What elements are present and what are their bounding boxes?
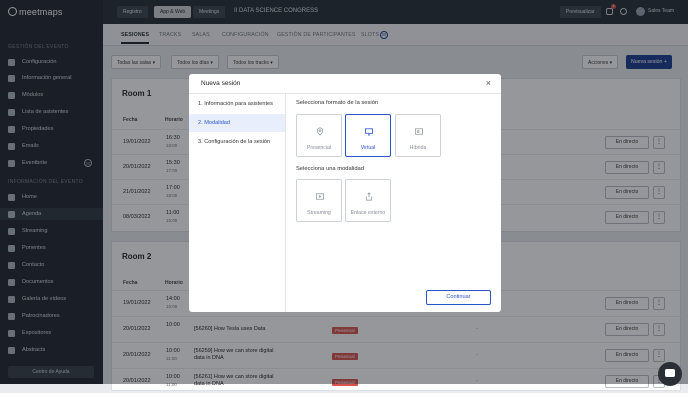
modality-streaming[interactable]: Streaming xyxy=(296,179,342,222)
step-modalidad[interactable]: 2. Modalidad xyxy=(189,114,285,132)
format-hibrida[interactable]: Híbrida xyxy=(395,114,441,157)
modality-label-text: Enlace externo xyxy=(350,210,386,216)
format-virtual[interactable]: Virtual xyxy=(345,114,391,157)
format-label-text: Híbrida xyxy=(409,145,427,151)
chat-widget-icon[interactable] xyxy=(658,362,682,386)
hybrid-icon xyxy=(415,128,423,135)
play-icon xyxy=(316,193,324,200)
modal-title: Nueva sesión xyxy=(201,80,241,87)
step-informacion[interactable]: 1. Información para asistentes xyxy=(198,101,283,108)
modality-external-link[interactable]: Enlace externo xyxy=(345,179,391,222)
continue-button[interactable]: Continuar xyxy=(426,290,491,305)
chat-bubble-icon xyxy=(665,369,675,377)
share-icon xyxy=(365,192,373,201)
close-icon[interactable]: × xyxy=(486,78,491,88)
format-label-text: Virtual xyxy=(360,145,376,151)
format-label-text: Presencial xyxy=(306,145,332,151)
modality-label: Selecciona una modalidad xyxy=(296,166,365,172)
location-pin-icon xyxy=(316,127,324,136)
step-configuracion[interactable]: 3. Configuración de la sesión xyxy=(198,139,283,146)
monitor-icon xyxy=(364,128,374,136)
modality-label-text: Streaming xyxy=(307,210,331,216)
modal-steps: 1. Información para asistentes 2. Modali… xyxy=(189,94,286,312)
format-presencial[interactable]: Presencial xyxy=(296,114,342,157)
format-label: Selecciona formato de la sesión xyxy=(296,100,379,106)
new-session-modal: Nueva sesión × 1. Información para asist… xyxy=(189,74,501,312)
